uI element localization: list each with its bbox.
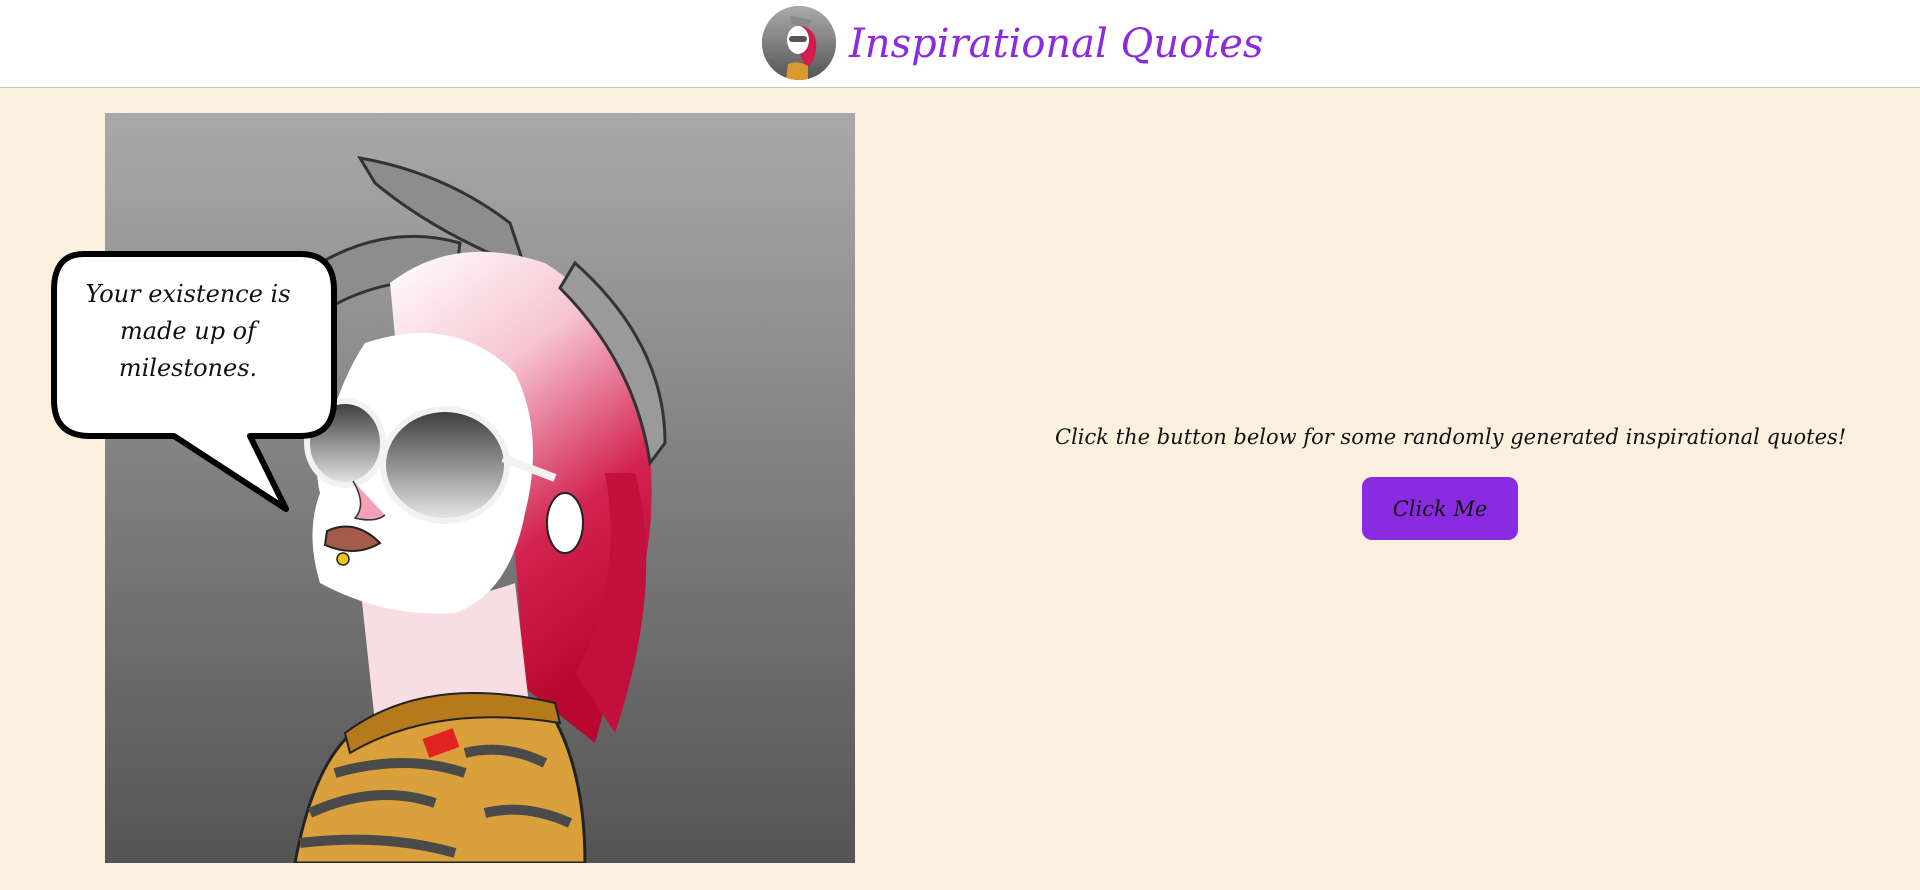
prompt-text: Click the button below for some randomly… [1055, 425, 1847, 449]
quote-text: Your existence is made up of milestones. [85, 280, 291, 382]
click-me-button[interactable]: Click Me [1362, 477, 1518, 540]
site-title: Inspirational Quotes [849, 21, 1264, 67]
logo-avatar-icon [762, 6, 836, 80]
site-header: Inspirational Quotes [0, 0, 1920, 88]
portrait-illustration [105, 113, 855, 863]
